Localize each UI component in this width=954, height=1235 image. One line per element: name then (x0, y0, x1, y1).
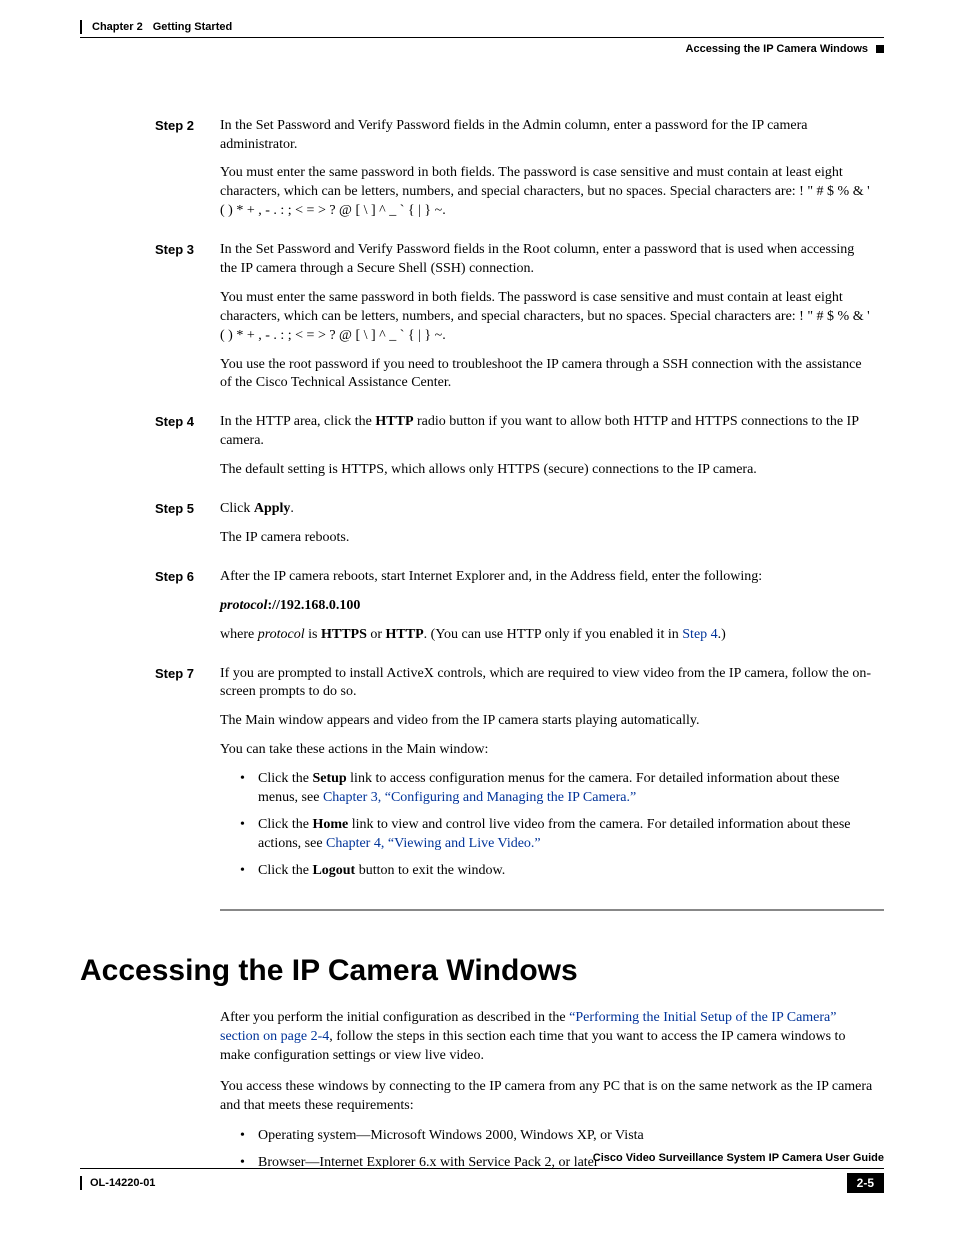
step-text: where protocol is HTTPS or HTTP. (You ca… (220, 626, 874, 645)
header-section-row: Accessing the IP Camera Windows (80, 42, 884, 57)
paragraph: You access these windows by connecting t… (220, 1078, 874, 1116)
step-text: If you are prompted to install ActiveX c… (220, 665, 874, 703)
step-4: Step 4 In the HTTP area, click the HTTP … (80, 413, 884, 490)
link-step4[interactable]: Step 4 (682, 627, 717, 642)
step-label: Step 5 (80, 500, 220, 558)
step-text: The IP camera reboots. (220, 529, 874, 548)
step-text: In the Set Password and Verify Password … (220, 117, 874, 155)
section-heading: Accessing the IP Camera Windows (80, 951, 884, 992)
step-text: You can take these actions in the Main w… (220, 741, 874, 760)
footer-bar-icon (80, 1176, 82, 1190)
page-number: 2-5 (847, 1173, 884, 1193)
section-divider (220, 909, 884, 911)
paragraph: After you perform the initial configurat… (220, 1009, 874, 1066)
list-item: Click the Home link to view and control … (240, 816, 874, 854)
header-rule (80, 37, 884, 38)
chapter-number: Chapter 2 (92, 20, 143, 35)
step-label: Step 2 (80, 117, 220, 231)
step-text: You must enter the same password in both… (220, 289, 874, 346)
footer-rule (80, 1168, 884, 1169)
list-item: Click the Setup link to access configura… (240, 770, 874, 808)
step-label: Step 7 (80, 665, 220, 891)
page-header: Chapter 2 Getting Started (80, 20, 884, 35)
bullet-list: Click the Setup link to access configura… (220, 770, 874, 880)
step-label: Step 6 (80, 568, 220, 655)
link-chapter4[interactable]: Chapter 4, “Viewing and Live Video.” (326, 836, 541, 851)
section-intro: After you perform the initial configurat… (220, 1009, 884, 1173)
step-2: Step 2 In the Set Password and Verify Pa… (80, 117, 884, 231)
square-icon (876, 45, 884, 53)
step-text: You must enter the same password in both… (220, 164, 874, 221)
chapter-title: Getting Started (153, 20, 232, 35)
step-text: In the HTTP area, click the HTTP radio b… (220, 413, 874, 451)
step-text: protocol://192.168.0.100 (220, 597, 874, 616)
step-label: Step 4 (80, 413, 220, 490)
step-text: The default setting is HTTPS, which allo… (220, 461, 874, 480)
step-text: The Main window appears and video from t… (220, 712, 874, 731)
step-3: Step 3 In the Set Password and Verify Pa… (80, 241, 884, 403)
step-text: After the IP camera reboots, start Inter… (220, 568, 874, 587)
header-section-title: Accessing the IP Camera Windows (686, 42, 868, 57)
list-item: Operating system—Microsoft Windows 2000,… (240, 1127, 874, 1146)
step-7: Step 7 If you are prompted to install Ac… (80, 665, 884, 891)
step-text: You use the root password if you need to… (220, 356, 874, 394)
step-label: Step 3 (80, 241, 220, 403)
step-text: In the Set Password and Verify Password … (220, 241, 874, 279)
step-5: Step 5 Click Apply. The IP camera reboot… (80, 500, 884, 558)
footer-doc-title: Cisco Video Surveillance System IP Camer… (80, 1151, 884, 1166)
list-item: Click the Logout button to exit the wind… (240, 862, 874, 881)
link-chapter3[interactable]: Chapter 3, “Configuring and Managing the… (323, 790, 636, 805)
content-area: Step 2 In the Set Password and Verify Pa… (80, 117, 884, 1174)
step-text: Click Apply. (220, 500, 874, 519)
footer-doc-number: OL-14220-01 (90, 1176, 155, 1191)
page-footer: Cisco Video Surveillance System IP Camer… (80, 1151, 884, 1193)
step-6: Step 6 After the IP camera reboots, star… (80, 568, 884, 655)
header-bar-icon (80, 20, 82, 34)
